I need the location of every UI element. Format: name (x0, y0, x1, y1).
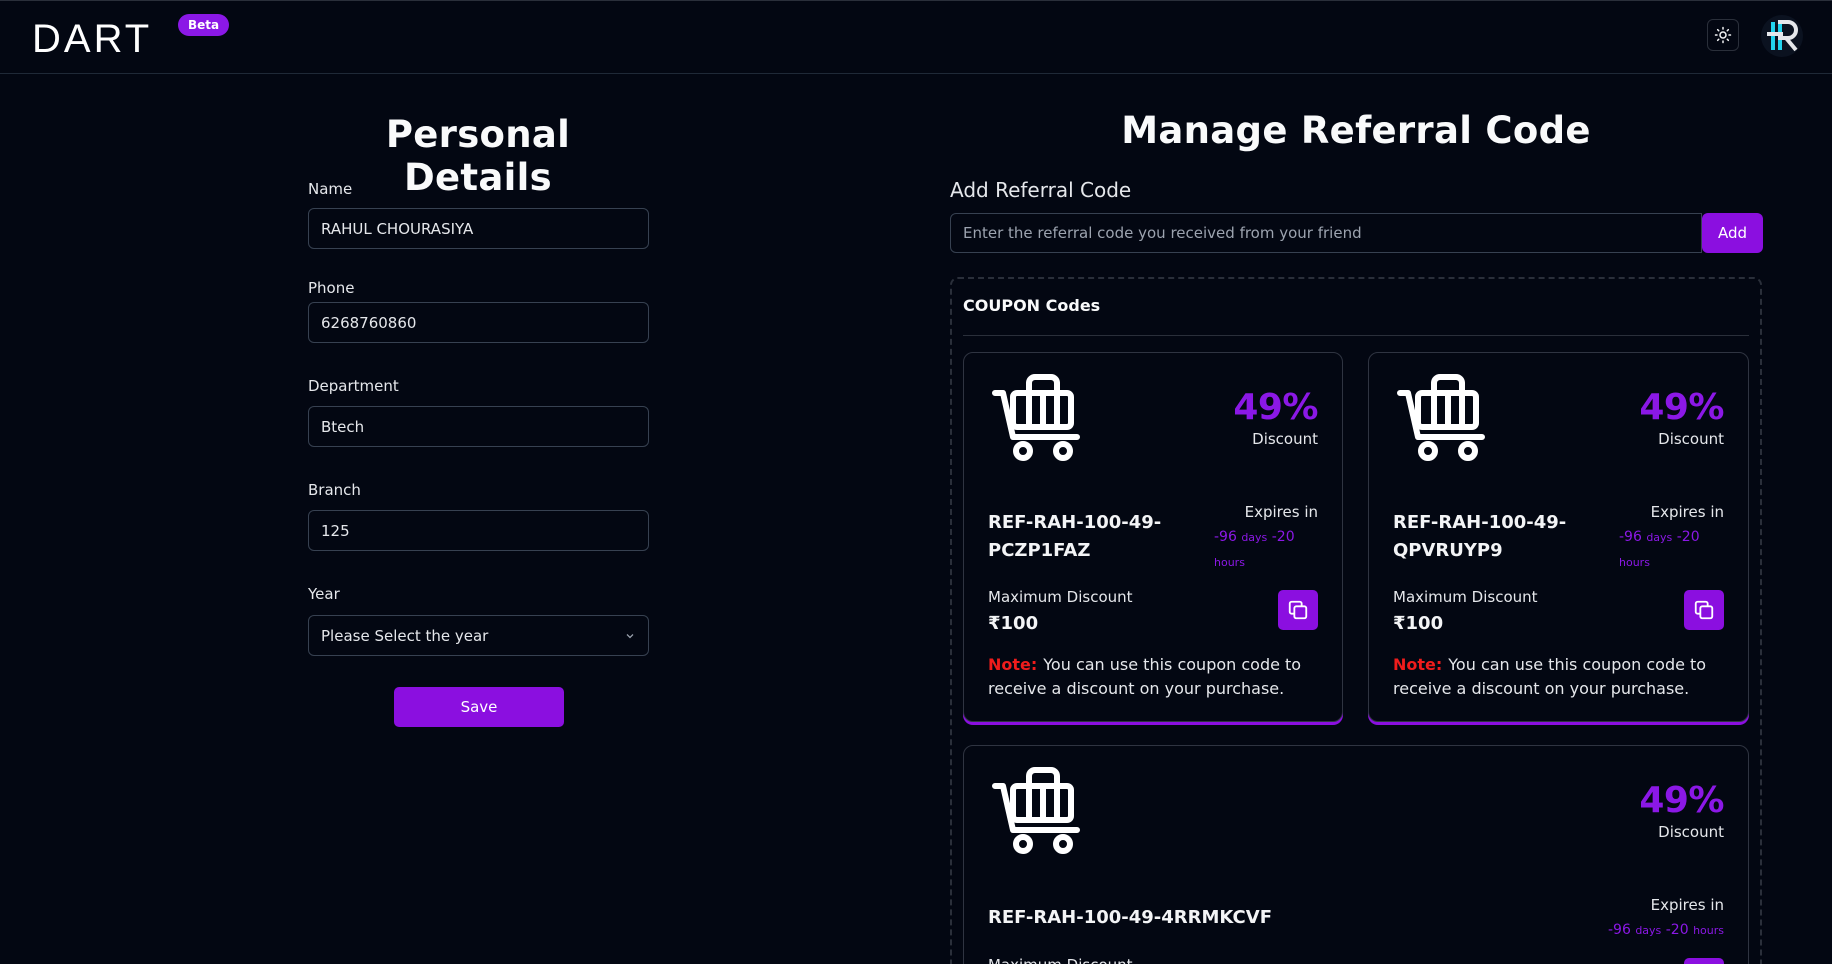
copy-code-button[interactable] (1684, 590, 1724, 630)
year-select[interactable]: Please Select the year (308, 615, 649, 656)
shopping-cart-icon (992, 767, 1080, 854)
shopping-cart-icon (1397, 374, 1485, 461)
year-select-value: Please Select the year (321, 626, 489, 645)
phone-label: Phone (308, 279, 355, 297)
personal-details-title: Personal Details (385, 113, 571, 199)
save-button[interactable]: Save (394, 687, 564, 727)
name-field[interactable] (308, 208, 649, 249)
branch-label: Branch (308, 481, 361, 499)
phone-field[interactable] (308, 302, 649, 343)
expires-label: Expires in (1650, 896, 1724, 914)
copy-icon (1288, 600, 1308, 620)
department-field[interactable] (308, 406, 649, 447)
discount-label: Discount (1658, 430, 1724, 448)
expires-value: -96 days -20 hours (1619, 525, 1729, 575)
expires-days: -96 (1607, 922, 1631, 938)
expires-days: -96 (1214, 529, 1237, 545)
dart-logo[interactable]: DART (32, 19, 152, 59)
note-label: Note: (988, 655, 1038, 674)
expires-days: -96 (1619, 529, 1642, 545)
expires-hours: -20 (1665, 922, 1689, 938)
theme-toggle-button[interactable] (1707, 19, 1739, 51)
discount-percent: 49% (1639, 780, 1724, 821)
expires-hours: -20 (1676, 529, 1700, 545)
referral-code-input[interactable] (950, 213, 1702, 253)
add-referral-label: Add Referral Code (950, 178, 1132, 202)
add-referral-button[interactable]: Add (1702, 213, 1763, 253)
max-discount-label: Maximum Discount (1393, 588, 1538, 606)
coupon-card: 49% Discount REF-RAH-100-49-PCZP1FAZ Exp… (963, 352, 1343, 722)
expires-label: Expires in (1650, 503, 1724, 521)
days-unit: days (1646, 531, 1673, 544)
beta-badge: Beta (178, 14, 230, 36)
shopping-cart-icon (992, 374, 1080, 461)
branch-field[interactable] (308, 510, 649, 551)
coupon-card: 49% Discount REF-RAH-100-49-4RRMKCVF Exp… (963, 745, 1749, 964)
discount-label: Discount (1252, 430, 1318, 448)
department-label: Department (308, 377, 399, 395)
coupon-codes-heading: COUPON Codes (963, 296, 1101, 315)
expires-hours: -20 (1271, 529, 1295, 545)
expires-label: Expires in (1244, 503, 1318, 521)
note-label: Note: (1393, 655, 1443, 674)
coupon-code: REF-RAH-100-49-QPVRUYP9 (1393, 512, 1567, 561)
max-discount-value: ₹100 (1393, 613, 1444, 634)
max-discount-label: Maximum Discount (988, 588, 1133, 606)
coupon-code: REF-RAH-100-49-PCZP1FAZ (988, 512, 1162, 561)
name-label: Name (308, 180, 353, 198)
copy-code-button[interactable] (1684, 958, 1724, 964)
copy-icon (1694, 600, 1714, 620)
sun-icon (1714, 26, 1732, 44)
copy-code-button[interactable] (1278, 590, 1318, 630)
days-unit: days (1241, 531, 1268, 544)
max-discount-value: ₹100 (988, 613, 1039, 634)
year-label: Year (308, 585, 340, 603)
r-logo-icon (1767, 20, 1798, 52)
top-navbar: DART Beta (0, 0, 1832, 74)
expires-value: -96 days -20 hours (1608, 918, 1724, 943)
coupon-note: Note: You can use this coupon code to rec… (988, 653, 1318, 701)
hours-unit: hours (1619, 556, 1650, 569)
chevron-down-icon (626, 633, 634, 638)
divider (963, 335, 1749, 336)
expires-value: -96 days -20 hours (1214, 525, 1324, 575)
coupon-code: REF-RAH-100-49-4RRMKCVF (988, 907, 1272, 928)
days-unit: days (1635, 924, 1662, 937)
discount-percent: 49% (1233, 387, 1318, 428)
coupon-note: Note: You can use this coupon code to rec… (1393, 653, 1723, 701)
hours-unit: hours (1214, 556, 1245, 569)
max-discount-label: Maximum Discount (988, 956, 1133, 964)
discount-percent: 49% (1639, 387, 1724, 428)
hours-unit: hours (1693, 924, 1724, 937)
coupon-card: 49% Discount REF-RAH-100-49-QPVRUYP9 Exp… (1368, 352, 1749, 722)
manage-referral-title: Manage Referral Code (1121, 109, 1591, 152)
avatar[interactable] (1761, 15, 1803, 57)
discount-label: Discount (1658, 823, 1724, 841)
